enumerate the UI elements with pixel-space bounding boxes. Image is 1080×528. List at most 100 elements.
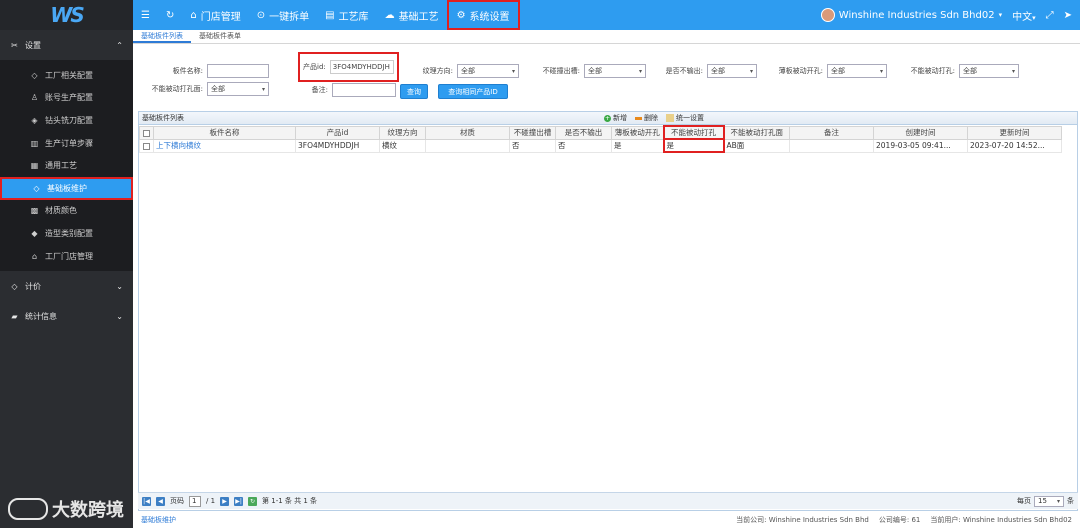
table-row[interactable]: 上下横向横纹 3FO4MDYHDDJH 横纹 否 否 是 是 AB面 2019-… bbox=[139, 138, 1062, 153]
batch-set-button[interactable]: 统一设置 bbox=[666, 113, 704, 123]
sidebar-item-material-color[interactable]: ▩ 材质颜色 bbox=[0, 200, 133, 223]
sidebar-item-common-process[interactable]: ▦ 通用工艺 bbox=[0, 154, 133, 177]
remark-input[interactable] bbox=[332, 83, 396, 97]
sidebar-item-order-steps[interactable]: ▥ 生产订单步骤 bbox=[0, 132, 133, 155]
row-checkbox[interactable] bbox=[143, 142, 150, 150]
refresh-icon: ↻ bbox=[165, 9, 175, 21]
query-button[interactable]: 查询 bbox=[400, 84, 428, 99]
delete-button[interactable]: 删除 bbox=[635, 113, 658, 123]
grid-icon: ▦ bbox=[30, 161, 39, 171]
sidebar-item-factory[interactable]: ◇ 工厂相关配置 bbox=[0, 64, 133, 87]
query-same-product-button[interactable]: 查询相同产品ID bbox=[438, 84, 508, 99]
nav-store-management[interactable]: ⌂ 门店管理 bbox=[182, 0, 248, 30]
nav-one-click-split[interactable]: ⊙ 一键拆单 bbox=[249, 0, 317, 30]
sidebar-item-account[interactable]: ♙ 账号生产配置 bbox=[0, 87, 133, 110]
watermark-logo bbox=[8, 498, 48, 520]
settings-icon: ✂ bbox=[11, 40, 18, 50]
product-id-filter: 产品id: 3FO4MDYHDDJH bbox=[298, 52, 399, 82]
shape-icon: ◆ bbox=[31, 228, 38, 238]
status-company-no: 公司编号: 61 bbox=[878, 515, 921, 524]
select-all-checkbox[interactable] bbox=[143, 129, 150, 137]
chevron-down-icon: ▾ bbox=[749, 67, 753, 75]
sidebar-item-shape-category[interactable]: ◆ 造型类别配置 bbox=[0, 222, 133, 245]
board-name-cell[interactable]: 上下横向横纹 bbox=[153, 138, 296, 153]
board-name-input[interactable] bbox=[207, 64, 269, 78]
sidebar-item-label: 基础板维护 bbox=[47, 183, 87, 193]
column-header[interactable]: 产品id bbox=[295, 125, 380, 140]
row-select[interactable] bbox=[139, 138, 154, 153]
first-page-icon[interactable]: |◀ bbox=[142, 496, 151, 506]
user-menu[interactable]: Winshine Industries Sdn Bhd02 ▾ bbox=[820, 8, 1002, 22]
send-icon[interactable]: ➤ bbox=[1064, 10, 1072, 21]
refresh-icon[interactable]: ↻ bbox=[248, 496, 258, 506]
sidebar-item-base-board[interactable]: ◇ 基础板维护 bbox=[0, 176, 133, 200]
column-header[interactable]: 备注 bbox=[789, 125, 874, 140]
no-output-select[interactable]: 全部 ▾ bbox=[707, 64, 757, 78]
no-groove-select[interactable]: 全部 ▾ bbox=[584, 64, 646, 78]
order-icon: ▥ bbox=[30, 138, 39, 148]
prev-page-icon[interactable]: ◀ bbox=[156, 496, 165, 506]
column-header[interactable]: 板件名称 bbox=[153, 125, 296, 140]
per-page-select[interactable]: 15 ▾ bbox=[1034, 495, 1064, 507]
updated-time-cell: 2023-07-20 14:52... bbox=[967, 138, 1062, 153]
thin-board-label: 薄板被动开孔: bbox=[778, 67, 823, 75]
product-id-input[interactable]: 3FO4MDYHDDJH bbox=[329, 60, 394, 74]
chevron-down-icon: ▾ bbox=[261, 85, 265, 93]
nav-label: 基础工艺 bbox=[398, 11, 439, 23]
remark-cell bbox=[789, 138, 874, 153]
sidebar-item-label: 工厂相关配置 bbox=[45, 70, 93, 80]
sidebar-group-stats[interactable]: ▰ 统计信息 ⌄ bbox=[0, 301, 133, 331]
home-icon: ⌂ bbox=[31, 251, 38, 261]
edit-icon bbox=[666, 114, 674, 122]
no-passive-select[interactable]: 全部 ▾ bbox=[959, 64, 1019, 78]
next-page-icon[interactable]: ▶ bbox=[220, 496, 230, 506]
no-output-cell: 否 bbox=[555, 138, 612, 153]
nav-process-library[interactable]: ▤ 工艺库 bbox=[317, 0, 376, 30]
column-header[interactable]: 是否不输出 bbox=[555, 125, 612, 140]
no-passive-filter: 不能被动打孔: 全部 ▾ bbox=[890, 64, 1019, 78]
sidebar-item-factory-store[interactable]: ⌂ 工厂门店管理 bbox=[0, 245, 133, 268]
chevron-down-icon: ▾ bbox=[879, 67, 883, 75]
column-header[interactable]: 更新时间 bbox=[967, 125, 1062, 140]
grain-select[interactable]: 全部 ▾ bbox=[457, 64, 519, 78]
sidebar-group-pricing[interactable]: ◇ 计价 ⌄ bbox=[0, 271, 133, 301]
refresh-button[interactable]: ↻ bbox=[158, 0, 182, 30]
expand-icon[interactable]: ⤢ bbox=[1046, 10, 1054, 21]
column-header[interactable]: 不能被动打孔 bbox=[662, 125, 725, 140]
tab-board-form[interactable]: 基础板件表单 bbox=[191, 30, 249, 43]
board-table: 板件名称 产品id 纹理方向 材质 不碰撞出槽 是否不输出 薄板被动开孔 不能被… bbox=[139, 125, 1062, 153]
column-header[interactable]: 薄板被动开孔 bbox=[611, 125, 664, 140]
no-output-label: 是否不输出: bbox=[665, 67, 703, 75]
status-current-user: 当前用户: Winshine Industries Sdn Bhd02 bbox=[930, 515, 1072, 524]
nav-system-settings[interactable]: ⚙ 系统设置 bbox=[446, 0, 520, 30]
nav-label: 一键拆单 bbox=[269, 11, 310, 23]
sidebar-item-drill[interactable]: ◈ 钻头铣刀配置 bbox=[0, 109, 133, 132]
nav-basic-process[interactable]: ☁ 基础工艺 bbox=[377, 0, 447, 30]
language-label: 中文 bbox=[1012, 11, 1033, 23]
sidebar-group-settings[interactable]: ✂ 设置 ⌃ bbox=[0, 30, 133, 60]
material-cell bbox=[425, 138, 510, 153]
chevron-down-icon: ▾ bbox=[511, 67, 515, 75]
thin-board-select[interactable]: 全部 ▾ bbox=[827, 64, 887, 78]
add-button[interactable]: + 新增 bbox=[604, 113, 627, 123]
column-header[interactable]: 不能被动打孔面 bbox=[723, 125, 790, 140]
no-passive-face-select[interactable]: 全部 ▾ bbox=[207, 82, 269, 96]
select-all-header[interactable] bbox=[139, 125, 154, 140]
page-input[interactable]: 1 bbox=[189, 495, 201, 507]
no-passive-face-cell: AB面 bbox=[723, 138, 790, 153]
column-header[interactable]: 不碰撞出槽 bbox=[509, 125, 556, 140]
language-select[interactable]: 中文▾ bbox=[1012, 8, 1036, 23]
column-header[interactable]: 材质 bbox=[425, 125, 510, 140]
check-circle-icon: ⊙ bbox=[256, 9, 266, 21]
grain-cell: 横纹 bbox=[379, 138, 426, 153]
texture-icon: ▩ bbox=[30, 206, 39, 216]
logo[interactable]: WS bbox=[0, 0, 133, 30]
thin-passive-cell: 是 bbox=[611, 138, 664, 153]
store-icon: ⌂ bbox=[190, 9, 197, 21]
last-page-icon[interactable]: ▶| bbox=[234, 496, 244, 506]
tab-board-list[interactable]: 基础板件列表 bbox=[133, 30, 191, 43]
menu-toggle-button[interactable]: ☰ bbox=[133, 0, 158, 30]
no-groove-cell: 否 bbox=[509, 138, 556, 153]
column-header[interactable]: 纹理方向 bbox=[379, 125, 426, 140]
column-header[interactable]: 创建时间 bbox=[873, 125, 968, 140]
